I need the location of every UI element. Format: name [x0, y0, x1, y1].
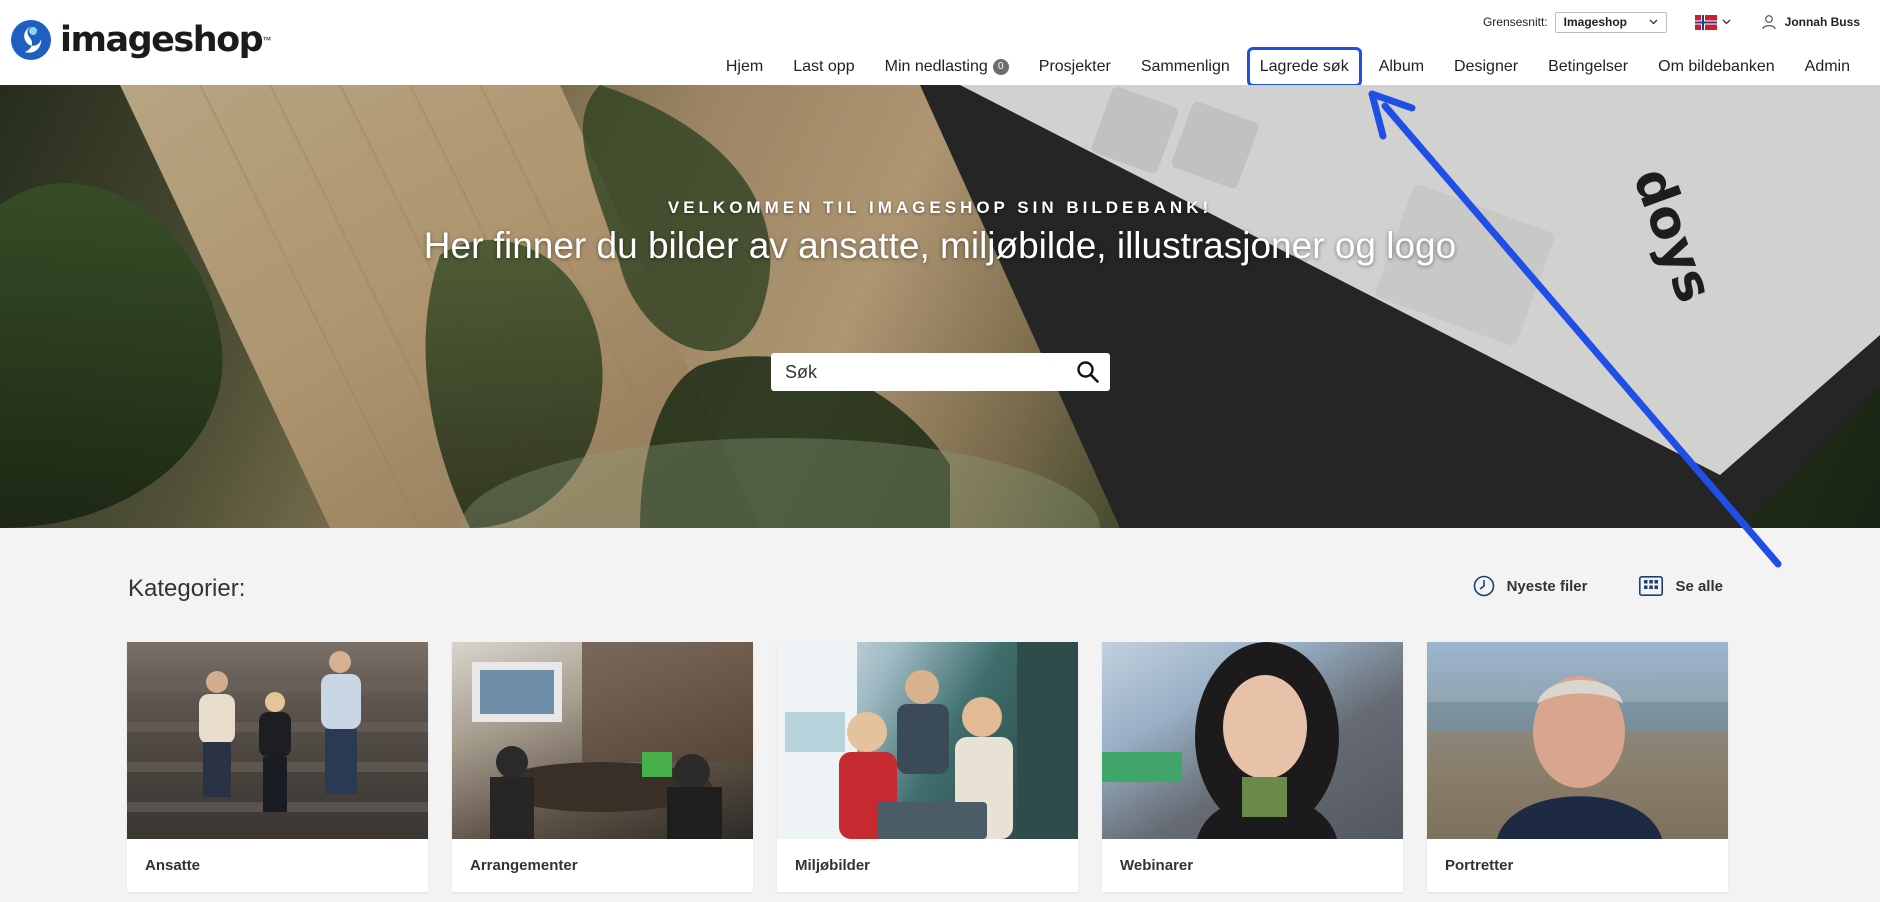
man-portrait-icon — [1427, 676, 1728, 839]
nav-item-betingelser[interactable]: Betingelser — [1533, 50, 1643, 84]
nav-item-hjem[interactable]: Hjem — [711, 50, 778, 84]
category-image-webinarer — [1102, 642, 1403, 839]
category-card-arrangementer[interactable]: Arrangementer — [452, 642, 753, 892]
search-box — [771, 353, 1110, 391]
nav-item-min-nedlasting[interactable]: Min nedlasting 0 — [870, 50, 1024, 84]
category-image-portretter — [1427, 642, 1728, 839]
meeting-photo-icon — [472, 642, 753, 839]
category-label: Miljøbilder — [795, 857, 870, 874]
category-label: Arrangementer — [470, 857, 578, 874]
header: imageshop ™ Grensesnitt: Imageshop Jonnah… — [0, 0, 1880, 87]
nav-item-om-bildebanken[interactable]: Om bildebanken — [1643, 50, 1790, 84]
nav-item-prosjekter[interactable]: Prosjekter — [1024, 50, 1126, 84]
office-photo-icon — [777, 642, 1078, 839]
hero-background-image: doys — [0, 85, 1880, 528]
clock-icon — [1473, 575, 1494, 597]
hero-banner: doys VELKOMMEN TIL IMAGESHOP SIN BILDEBA… — [0, 85, 1880, 528]
categories-actions: Nyeste filer Se alle — [1421, 575, 1723, 597]
search-input[interactable] — [783, 360, 1076, 384]
language-selector[interactable] — [1694, 14, 1731, 30]
newest-files-link[interactable]: Nyeste filer — [1473, 575, 1588, 597]
category-label: Portretter — [1445, 857, 1514, 874]
nav-item-designer[interactable]: Designer — [1439, 50, 1533, 84]
newest-files-label: Nyeste filer — [1506, 577, 1588, 595]
see-all-link[interactable]: Se alle — [1639, 576, 1723, 596]
categories-heading: Kategorier: — [128, 575, 246, 602]
chevron-down-icon — [1649, 19, 1658, 25]
category-image-ansatte — [127, 642, 428, 839]
interface-select[interactable]: Imageshop — [1554, 11, 1667, 33]
nav-item-last-opp[interactable]: Last opp — [778, 50, 869, 84]
imageshop-logo-icon — [11, 20, 51, 60]
logo-trademark: ™ — [262, 35, 272, 45]
logo[interactable]: imageshop ™ — [10, 18, 271, 62]
category-cards: Ansatte Arrangementer Miljøbilder Webina… — [127, 642, 1752, 892]
nav-item-admin[interactable]: Admin — [1790, 50, 1865, 84]
category-image-arrangementer — [452, 642, 753, 839]
hero-subtitle: VELKOMMEN TIL IMAGESHOP SIN BILDEBANK! — [667, 198, 1213, 217]
main-nav: Hjem Last opp Min nedlasting 0 Prosjekter… — [711, 47, 1865, 87]
user-icon — [1762, 15, 1776, 30]
category-card-portretter[interactable]: Portretter — [1427, 642, 1728, 892]
see-all-label: Se alle — [1675, 577, 1723, 595]
category-label: Ansatte — [145, 857, 201, 874]
category-card-ansatte[interactable]: Ansatte — [127, 642, 428, 892]
nav-item-lagrede-sok[interactable]: Lagrede søk — [1246, 47, 1362, 87]
category-card-miljobilder[interactable]: Miljøbilder — [777, 642, 1078, 892]
grid-icon — [1639, 576, 1664, 596]
logo-text: imageshop — [60, 19, 264, 60]
download-count-badge: 0 — [992, 59, 1009, 75]
topbar: Grensesnitt: Imageshop Jonnah Buss — [1483, 10, 1860, 34]
nav-item-sammenlign[interactable]: Sammenlign — [1126, 50, 1245, 84]
nav-item-label: Min nedlasting — [884, 58, 988, 75]
user-menu[interactable]: Jonnah Buss — [1761, 14, 1860, 30]
interface-label: Grensesnitt: — [1482, 15, 1548, 29]
category-card-webinarer[interactable]: Webinarer — [1102, 642, 1403, 892]
search-icon[interactable] — [1076, 360, 1100, 384]
woman-portrait-icon — [1102, 642, 1403, 839]
user-name: Jonnah Buss — [1784, 15, 1860, 29]
people-photo-icon — [127, 651, 428, 812]
nav-item-album[interactable]: Album — [1364, 50, 1439, 84]
chevron-down-icon — [1722, 19, 1731, 25]
norway-flag-icon — [1694, 14, 1717, 30]
category-label: Webinarer — [1120, 857, 1194, 874]
hero-title: Her finner du bilder av ansatte, miljøbi… — [423, 225, 1457, 266]
category-image-miljobilder — [777, 642, 1078, 839]
interface-select-value: Imageshop — [1563, 15, 1627, 29]
